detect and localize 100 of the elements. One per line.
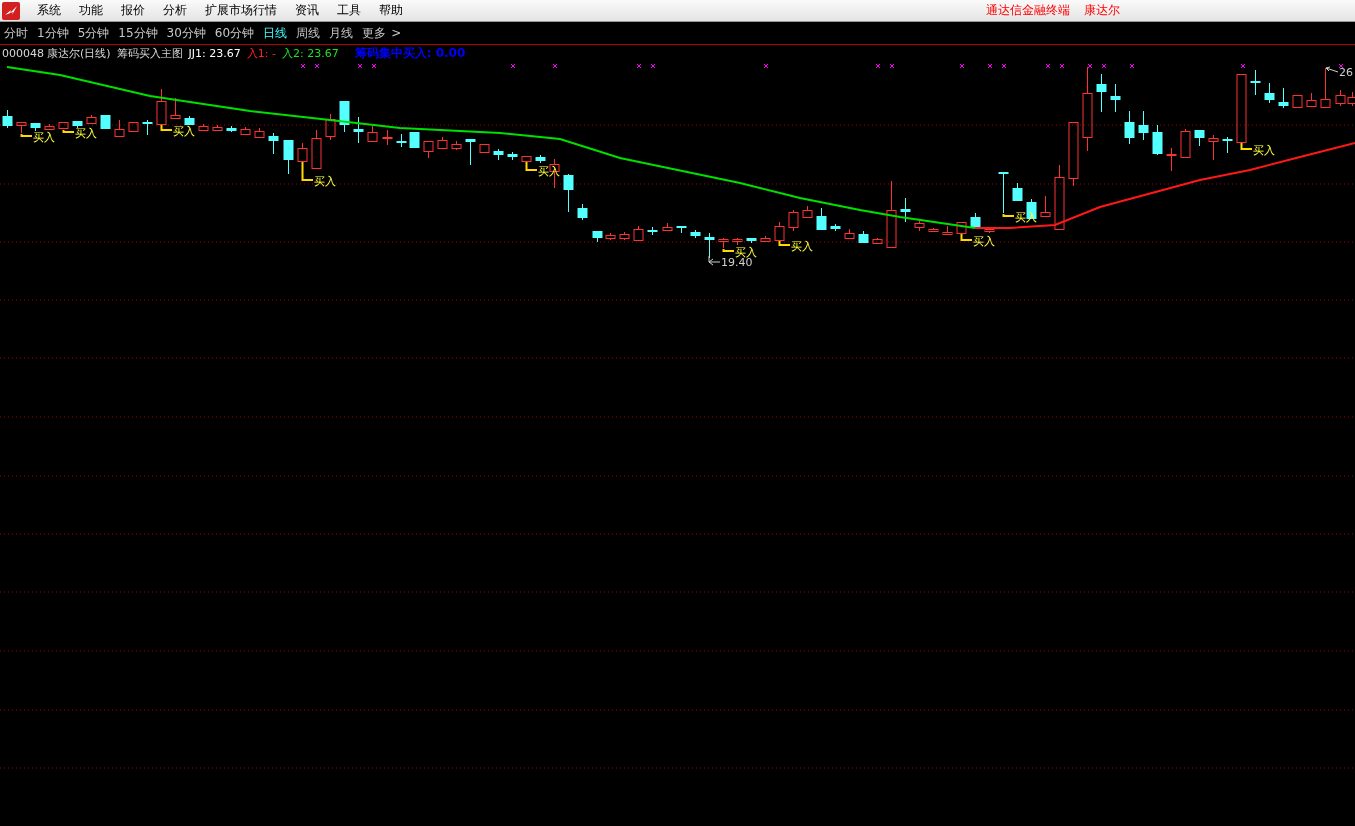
candlestick — [998, 171, 1009, 214]
high-price-label: 26 — [1339, 66, 1353, 79]
candlestick — [1306, 92, 1317, 107]
candlestick — [507, 151, 518, 161]
candlestick — [44, 123, 55, 131]
cross-marker — [1240, 63, 1246, 69]
buy-signal-label: 买入 — [973, 235, 995, 248]
cross-marker — [875, 63, 881, 69]
candlestick — [718, 237, 729, 249]
candlestick — [396, 133, 407, 148]
cross-marker — [357, 63, 363, 69]
candlestick — [1335, 89, 1346, 107]
candlestick — [30, 122, 41, 132]
candlestick — [577, 203, 588, 221]
buy-signal-label: 买入 — [314, 175, 336, 188]
buy-signal-label: 买入 — [173, 125, 195, 138]
cross-marker — [987, 63, 993, 69]
candlestick — [479, 143, 490, 153]
candlestick — [1180, 128, 1191, 158]
candlestick — [900, 197, 911, 223]
candlestick — [1096, 73, 1107, 113]
candlestick — [184, 115, 195, 126]
candlestick — [690, 229, 701, 239]
candlestick — [437, 136, 448, 149]
candlestick — [872, 237, 883, 244]
buy-signal-label: 买入 — [1253, 144, 1275, 157]
candlestick — [844, 228, 855, 239]
candlestick — [774, 221, 785, 241]
candlestick — [142, 119, 153, 136]
candlestick — [1236, 73, 1247, 143]
menu-item[interactable]: 帮助 — [370, 2, 412, 19]
candlestick — [1138, 110, 1149, 141]
stock-code: 000048 — [2, 47, 44, 60]
indicator-value: 筹码集中买入: 0.00 — [354, 47, 466, 60]
signal-leader-line — [20, 133, 33, 137]
cross-marker — [552, 63, 558, 69]
signal-leader-line — [722, 248, 735, 252]
cross-marker — [650, 63, 656, 69]
candlestick — [1320, 67, 1331, 108]
candlestick — [283, 139, 294, 175]
period-tab[interactable]: 日线 — [263, 24, 288, 42]
candlestick — [592, 230, 603, 243]
period-tab[interactable]: 30分钟 — [166, 24, 206, 42]
menu-item[interactable]: 系统 — [28, 2, 70, 19]
candlestick — [942, 225, 953, 235]
candlestick — [465, 138, 476, 166]
candlestick — [830, 223, 841, 232]
app-logo-icon — [2, 1, 20, 20]
period-tab[interactable]: 15分钟 — [118, 24, 158, 42]
candlestick — [382, 129, 393, 146]
cross-marker — [1101, 63, 1107, 69]
arrow-icon — [708, 255, 721, 266]
candlestick — [311, 129, 322, 169]
menu-item[interactable]: 资讯 — [286, 2, 328, 19]
candlestick — [760, 235, 771, 242]
candlestick — [535, 154, 546, 164]
candlestick — [1012, 182, 1023, 202]
cross-marker — [300, 63, 306, 69]
period-tab[interactable]: 60分钟 — [214, 24, 255, 42]
menu-item[interactable]: 扩展市场行情 — [196, 2, 286, 19]
cross-marker — [1129, 63, 1135, 69]
period-tab[interactable]: 1分钟 — [37, 24, 69, 42]
candlestick — [212, 124, 223, 131]
candlestick — [676, 225, 687, 234]
signal-leader-line — [1002, 213, 1015, 217]
candlestick — [858, 230, 869, 244]
candlestick — [254, 127, 265, 139]
period-tab[interactable]: 5分钟 — [77, 24, 110, 42]
candlestick — [746, 237, 757, 244]
candlestick — [928, 227, 939, 232]
title-text: 通达信金融终端 — [986, 2, 1070, 19]
cross-marker — [763, 63, 769, 69]
menu-item[interactable]: 报价 — [112, 2, 154, 19]
candlestick — [956, 221, 967, 234]
indicator-name: 筹码买入主图 — [116, 47, 183, 60]
menu-item[interactable]: 工具 — [328, 2, 370, 19]
candlestick — [451, 140, 462, 151]
indicator-value: 入1: - — [246, 47, 276, 60]
cross-marker — [959, 63, 965, 69]
title-text: 康达尔 — [1084, 2, 1120, 19]
candlestick — [1124, 110, 1135, 145]
candlestick — [1152, 124, 1163, 156]
candlestick — [563, 173, 574, 213]
candlestick — [86, 114, 97, 124]
signal-leader-line — [525, 161, 538, 171]
period-tab[interactable]: 周线 — [296, 24, 321, 42]
period-tab[interactable]: 分时 — [4, 24, 28, 42]
menu-item[interactable]: 分析 — [154, 2, 196, 19]
candlestick — [1264, 82, 1275, 104]
more-button[interactable]: 更多 — [362, 24, 387, 42]
signal-leader-line — [960, 233, 973, 241]
stock-name: 康达尔(日线) — [47, 47, 111, 60]
candlestick — [633, 225, 644, 241]
candlestick — [493, 148, 504, 161]
menu-item[interactable]: 功能 — [70, 2, 112, 19]
cross-marker — [636, 63, 642, 69]
period-tab[interactable]: 月线 — [329, 24, 354, 42]
candlestick — [732, 237, 743, 246]
chevron-icon[interactable]: > — [391, 26, 402, 40]
cross-marker — [1059, 63, 1065, 69]
